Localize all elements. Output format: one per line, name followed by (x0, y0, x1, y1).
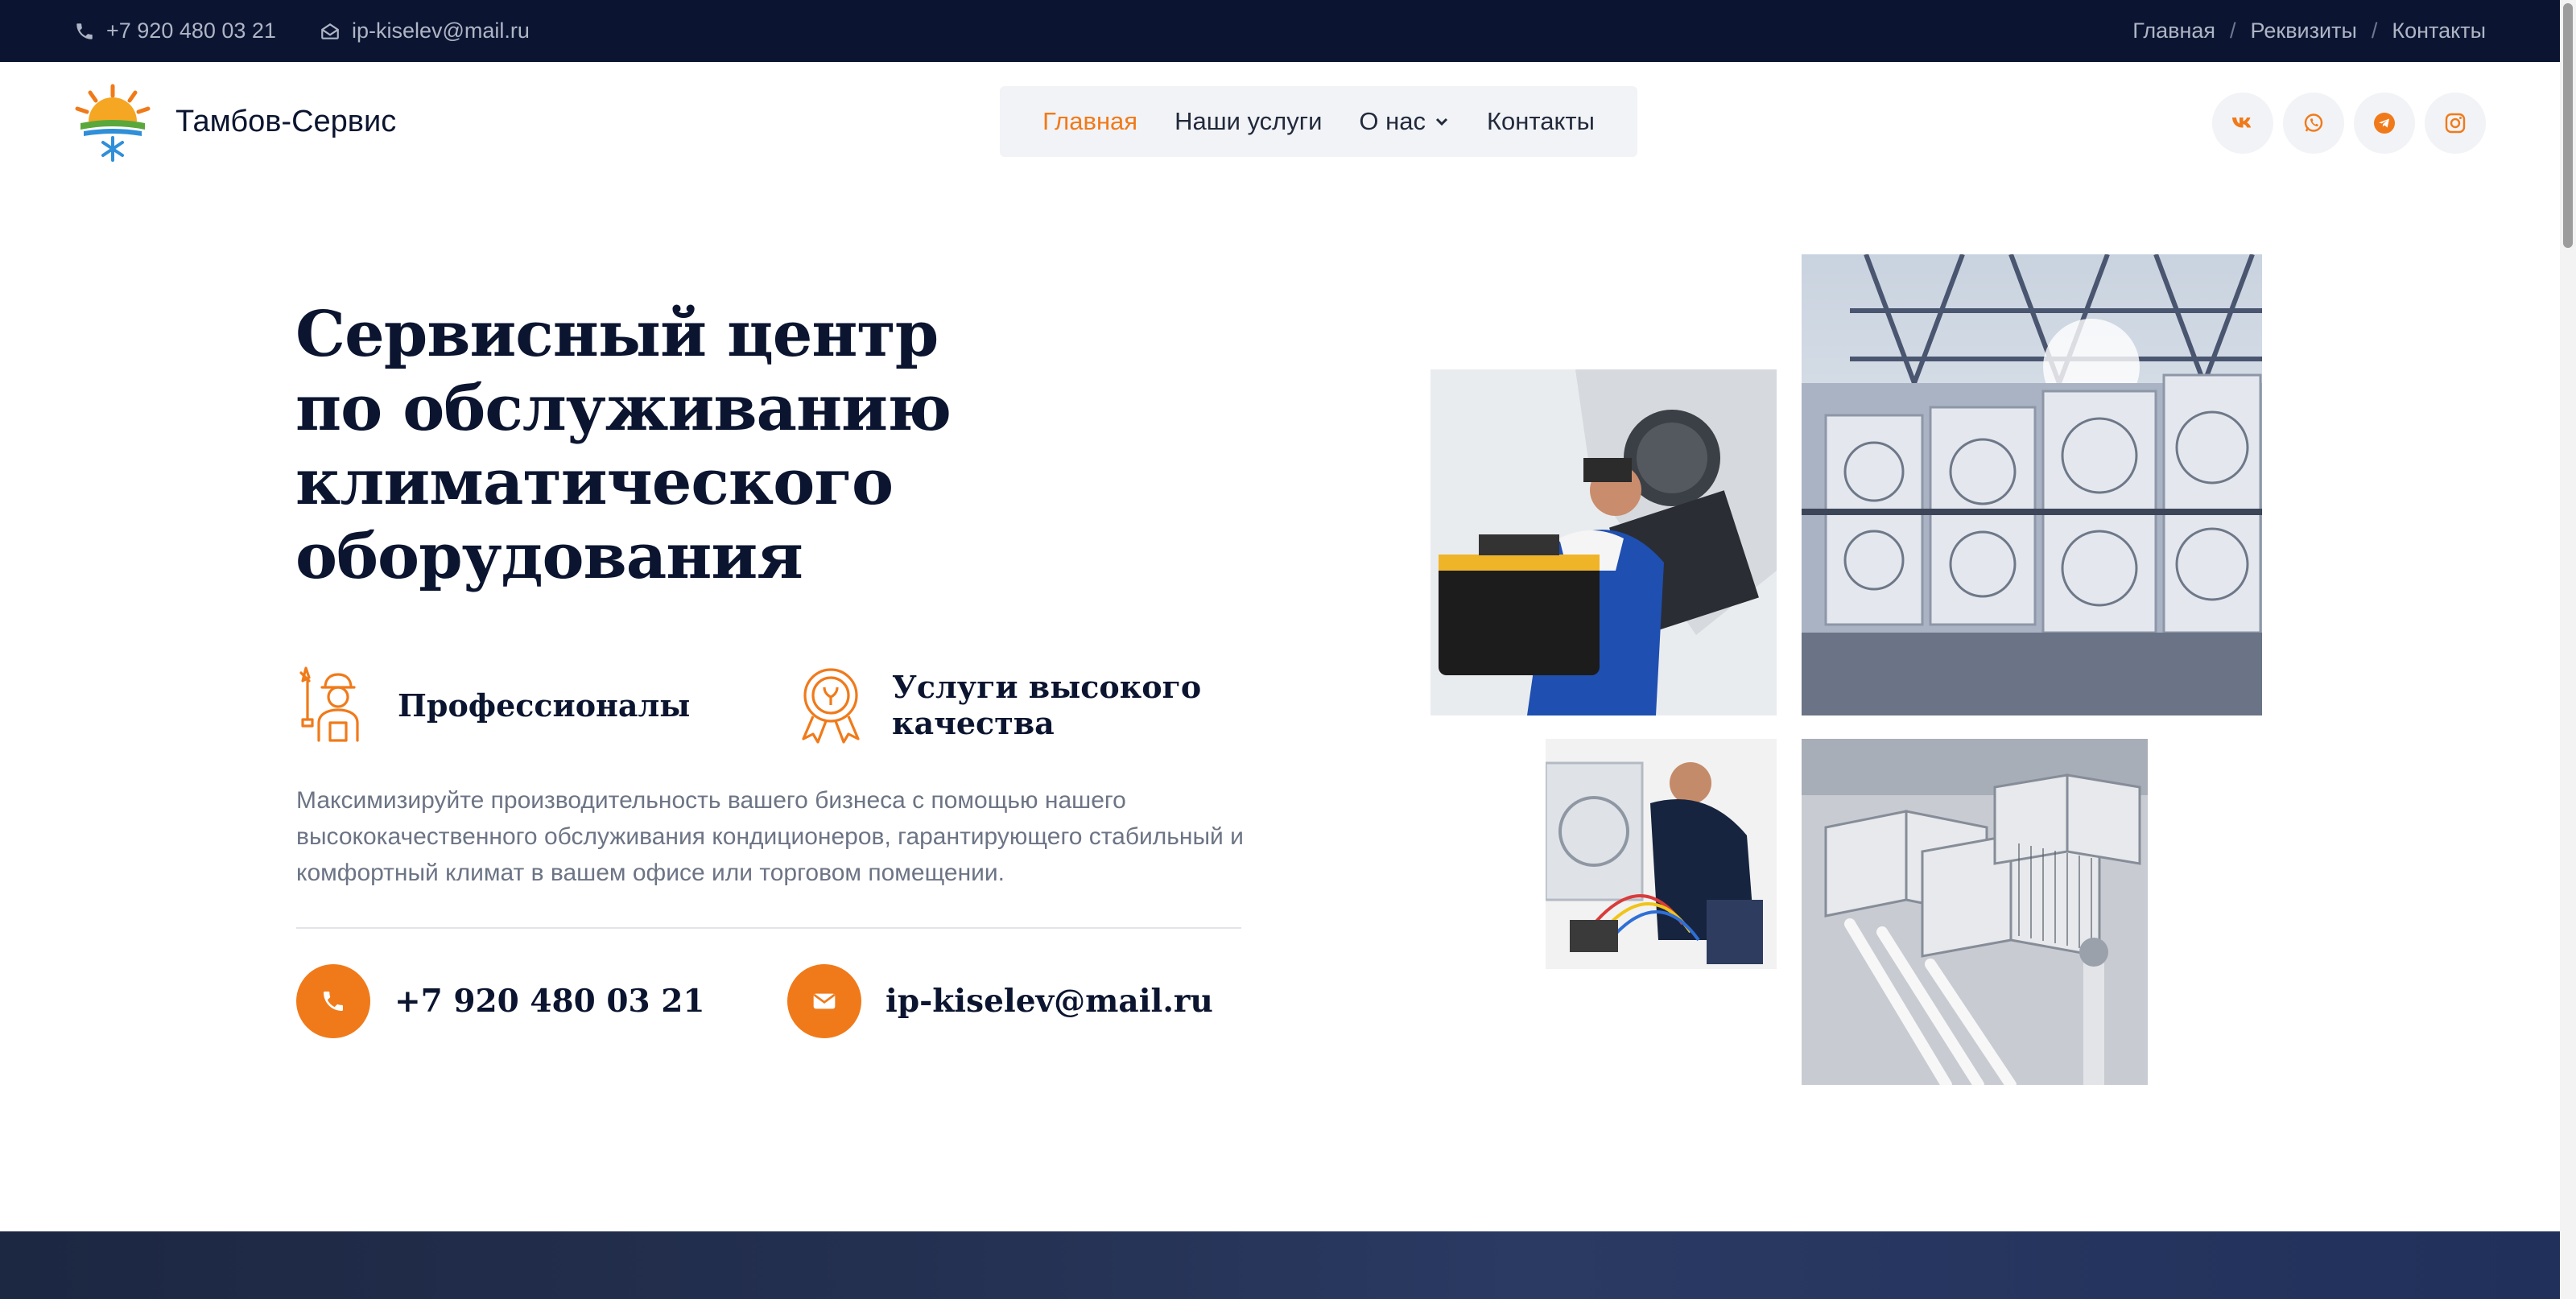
cta-email[interactable]: ip-kiselev@mail.ru (787, 964, 1213, 1038)
scrollbar-thumb[interactable] (2563, 3, 2573, 248)
next-section-band (0, 1231, 2560, 1299)
top-phone-text: +7 920 480 03 21 (106, 19, 276, 43)
site-header: Тамбов-Сервис Главная Наши услуги О нас … (0, 62, 2560, 181)
vk-icon (2232, 118, 2252, 128)
nav-item-label: Главная (1042, 107, 1138, 135)
logo-sun-snowflake-icon (75, 84, 151, 162)
divider (296, 927, 1241, 929)
top-email-text: ip-kiselev@mail.ru (351, 19, 530, 43)
feature-label: Услуги высокого качества (892, 669, 1202, 741)
main-nav: Главная Наши услуги О нас Контакты (1000, 86, 1637, 157)
nav-item-contacts[interactable]: Контакты (1487, 107, 1595, 136)
cta-email-text[interactable]: ip-kiselev@mail.ru (886, 983, 1213, 1020)
top-link-home[interactable]: Главная (2132, 19, 2215, 43)
logo-text: Тамбов-Сервис (175, 104, 397, 138)
top-email[interactable]: ip-kiselev@mail.ru (320, 19, 530, 43)
top-link-contacts[interactable]: Контакты (2392, 19, 2486, 43)
top-bar: +7 920 480 03 21 ip-kiselev@mail.ru Глав… (0, 0, 2560, 62)
nav-item-label: Контакты (1486, 107, 1595, 135)
photo-technician-outdoor-unit (1546, 739, 1777, 969)
nav-item-home[interactable]: Главная (1042, 107, 1137, 136)
top-phone[interactable]: +7 920 480 03 21 (74, 19, 276, 43)
top-link-separator: / (2230, 19, 2236, 43)
social-whatsapp-button[interactable] (2283, 93, 2344, 154)
top-link-requisites[interactable]: Реквизиты (2251, 19, 2357, 43)
photo-rooftop-condensers (1802, 739, 2148, 1085)
quality-badge-icon (802, 668, 860, 744)
nav-item-about[interactable]: О нас (1359, 107, 1450, 136)
envelope-icon (813, 993, 836, 1009)
hero-title: Сервисный центр по обслуживанию климатич… (295, 298, 952, 593)
cta-phone-text[interactable]: +7 920 480 03 21 (394, 983, 705, 1020)
whatsapp-icon (2304, 113, 2323, 132)
photo-technician-ceiling-unit (1430, 369, 1777, 715)
nav-item-label: О нас (1359, 107, 1426, 135)
envelope-open-icon (321, 23, 339, 39)
top-links: Главная / Реквизиты / Контакты (2132, 19, 2486, 43)
worker-icon (299, 666, 359, 742)
telegram-icon (2374, 113, 2395, 134)
instagram-icon (2445, 113, 2466, 134)
email-button[interactable] (787, 964, 861, 1038)
feature-professionals: Профессионалы (295, 663, 690, 747)
top-bar-contacts: +7 920 480 03 21 ip-kiselev@mail.ru (74, 19, 530, 43)
feature-quality: Услуги высокого качества (789, 663, 1214, 747)
feature-label: Профессионалы (398, 687, 691, 724)
cta-phone[interactable]: +7 920 480 03 21 (296, 964, 705, 1038)
photo-rooftop-ac-units (1802, 254, 2262, 715)
phone-icon (76, 23, 93, 39)
phone-button[interactable] (296, 964, 370, 1038)
nav-item-label: Наши услуги (1174, 107, 1323, 135)
phone-icon (324, 992, 343, 1011)
hero-description: Максимизируйте производительность вашего… (296, 787, 1244, 886)
social-links (2212, 93, 2486, 154)
nav-item-services[interactable]: Наши услуги (1174, 107, 1322, 136)
social-vk-button[interactable] (2212, 93, 2273, 154)
top-link-separator: / (2371, 19, 2378, 43)
social-telegram-button[interactable] (2354, 93, 2415, 154)
social-instagram-button[interactable] (2425, 93, 2486, 154)
page-scrollbar[interactable] (2560, 0, 2576, 1299)
logo[interactable]: Тамбов-Сервис (72, 81, 396, 162)
chevron-down-icon (1435, 118, 1448, 126)
